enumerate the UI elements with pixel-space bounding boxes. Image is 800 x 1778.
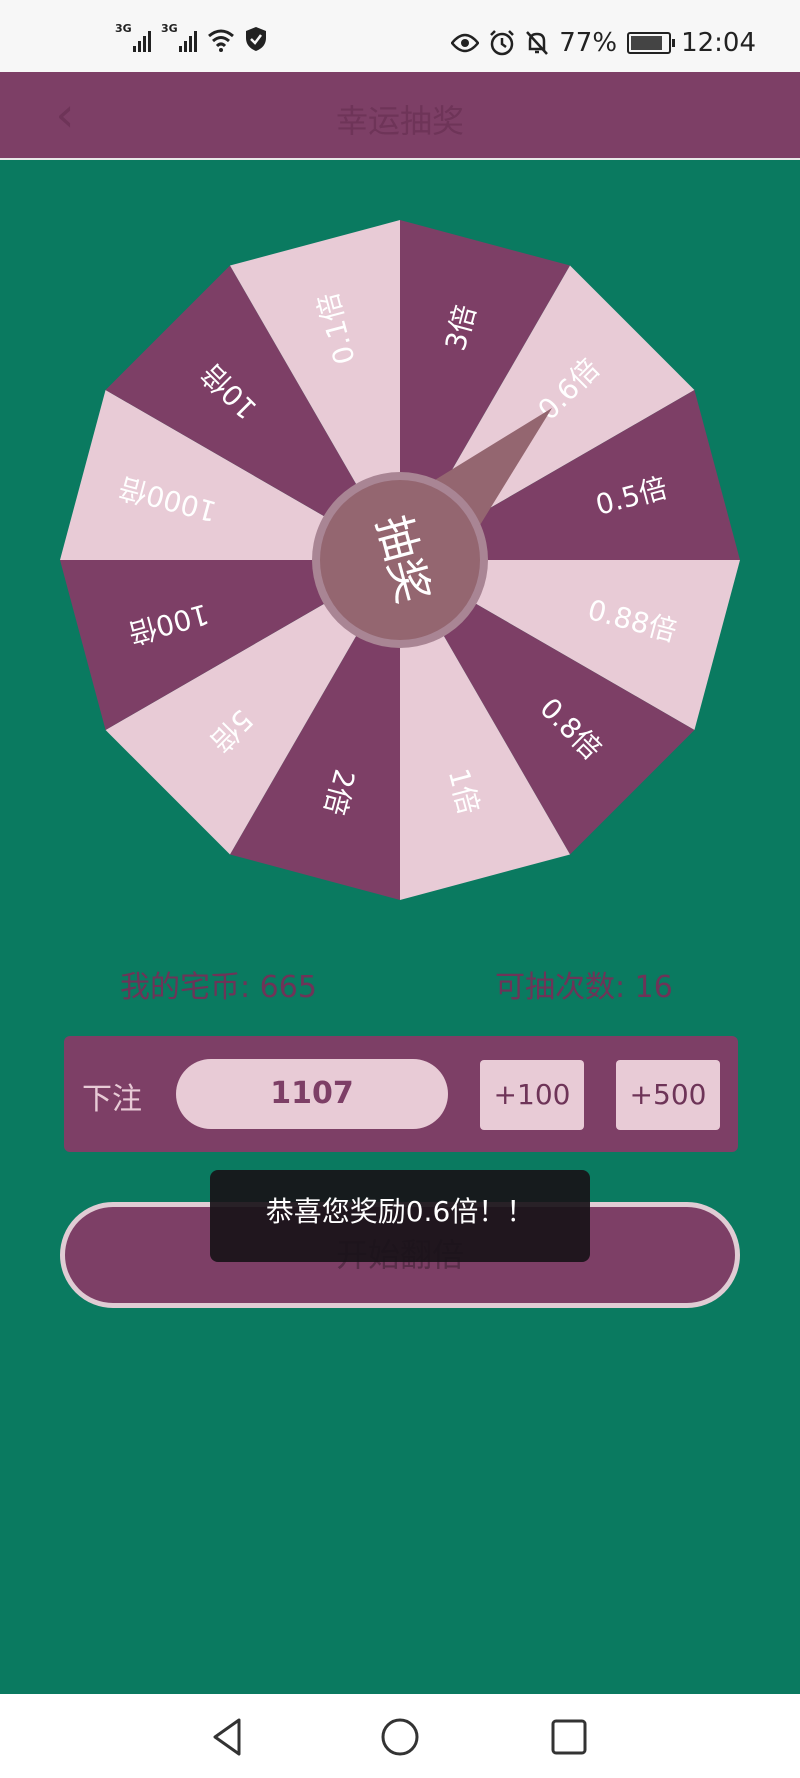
eye-icon	[451, 33, 480, 53]
home-circle-icon[interactable]	[375, 1712, 425, 1762]
wifi-icon	[208, 29, 234, 52]
system-nav-bar	[0, 1694, 800, 1778]
recents-square-icon[interactable]	[544, 1712, 594, 1762]
signal-type-label: 3G	[161, 22, 178, 35]
back-triangle-icon[interactable]	[203, 1712, 253, 1762]
status-left: 3G 3G	[115, 22, 267, 52]
clock: 12:04	[681, 28, 756, 58]
coin-balance: 我的宅币: 665	[120, 970, 317, 1005]
bet-amount-input[interactable]: 1107	[176, 1059, 448, 1129]
bet-label: 下注	[82, 1082, 142, 1117]
prize-wheel[interactable]: 3倍0.6倍0.5倍0.88倍0.8倍1倍2倍5倍100倍1000倍10倍0.1…	[0, 160, 800, 920]
signal-type-label: 3G	[115, 22, 132, 35]
signal-icon: 3G	[115, 22, 151, 52]
signal-icon: 3G	[161, 22, 197, 52]
add-500-button[interactable]: +500	[616, 1060, 720, 1130]
shield-icon	[246, 27, 266, 51]
add-100-button[interactable]: +100	[480, 1060, 584, 1130]
bet-panel: 下注 1107 +100 +500	[64, 1036, 738, 1152]
bell-muted-icon	[526, 31, 549, 55]
reward-toast: 恭喜您奖励0.6倍！！	[210, 1170, 590, 1262]
alarm-icon	[490, 30, 515, 56]
status-bar: 3G 3G 77% 12:04	[0, 0, 800, 72]
app-bar: ‹ 幸运抽奖	[0, 72, 800, 160]
page-title: 幸运抽奖	[335, 102, 464, 140]
battery-icon	[627, 32, 676, 54]
remaining-draws: 可抽次数: 16	[495, 970, 673, 1005]
battery-percent: 77%	[559, 28, 618, 58]
status-right: 77% 12:04	[451, 28, 756, 58]
